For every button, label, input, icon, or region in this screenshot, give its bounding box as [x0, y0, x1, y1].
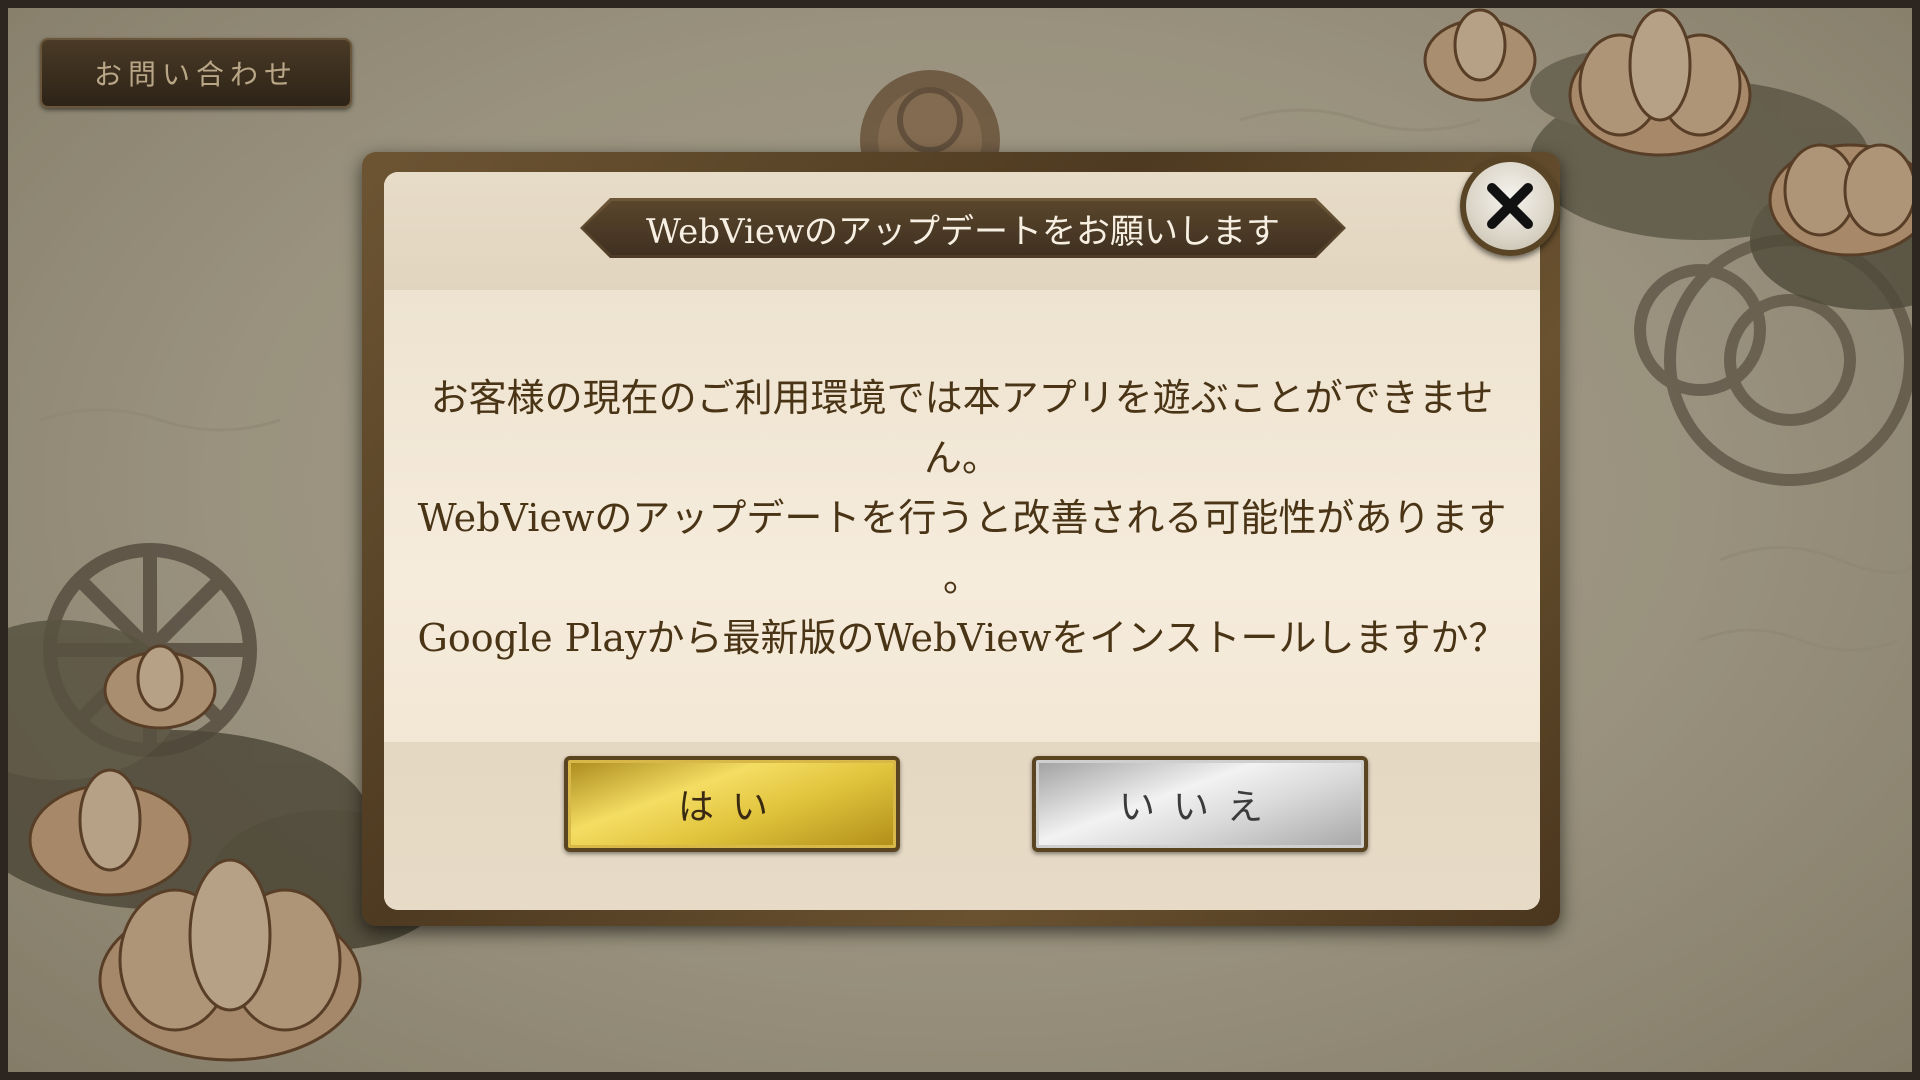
message-line: 。 [942, 556, 981, 600]
message-line: ん。 [923, 436, 1000, 480]
message-line: Google Playから最新版のWebViewをインストールしますか？ [417, 616, 1507, 660]
game-screen: お問い合わせ WebViewのアップデートをお願いします お客様の現在のご利用環… [0, 0, 1920, 1080]
message-line: お客様の現在のご利用環境では本アプリを遊ぶことができませ [430, 376, 1494, 420]
webview-update-dialog: WebViewのアップデートをお願いします お客様の現在のご利用環境では本アプリ… [362, 152, 1560, 926]
dialog-message: お客様の現在のご利用環境では本アプリを遊ぶことができませ ん。 WebViewの… [384, 368, 1540, 668]
title-banner: WebViewのアップデートをお願いします [580, 198, 1346, 258]
message-line: WebViewのアップデートを行うと改善される可能性があります [417, 496, 1507, 540]
close-x-icon [1487, 183, 1533, 229]
no-button[interactable]: いいえ [1032, 756, 1368, 852]
contact-button[interactable]: お問い合わせ [40, 38, 352, 108]
close-button[interactable] [1460, 156, 1560, 256]
yes-button[interactable]: はい [564, 756, 900, 852]
dialog-title: WebViewのアップデートをお願いします [645, 211, 1281, 252]
